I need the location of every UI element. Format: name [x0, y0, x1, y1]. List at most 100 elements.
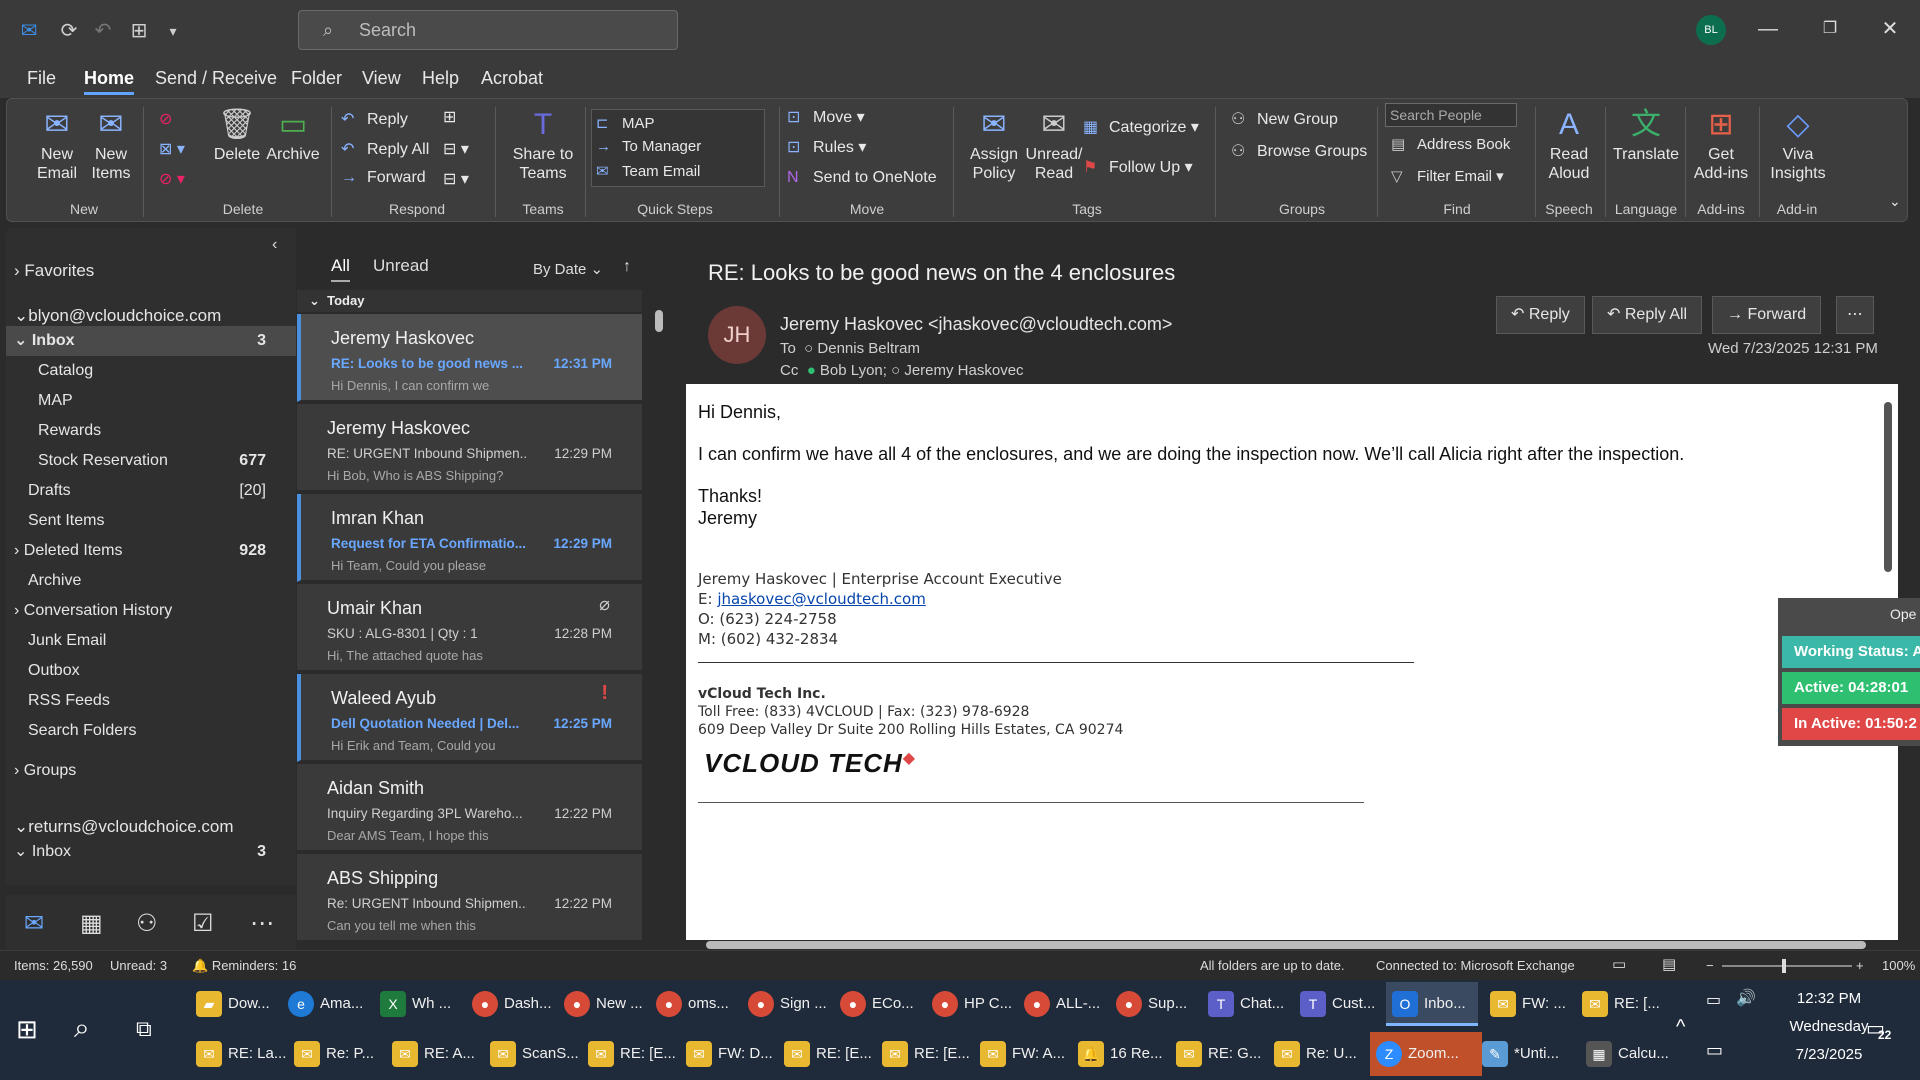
sync-icon[interactable]: ⟳: [56, 18, 82, 44]
new-email-button[interactable]: ✉ New Email: [27, 105, 87, 183]
reminders[interactable]: 🔔 Reminders: 16: [192, 958, 296, 974]
list-item[interactable]: Imran Khan Request for ETA Confirmatio..…: [297, 494, 642, 582]
cc-recipient[interactable]: Jeremy Haskovec: [904, 362, 1023, 379]
share-to-teams-button[interactable]: T Share to Teams: [503, 105, 583, 183]
taskbar-item[interactable]: ▰ Dow...: [190, 982, 276, 1026]
follow-up-button[interactable]: ⚑ Follow Up ▾: [1083, 157, 1193, 177]
more-apps-icon[interactable]: ⋯: [250, 909, 274, 938]
list-item[interactable]: ABS Shipping Re: URGENT Inbound Shipmen.…: [297, 854, 642, 942]
taskbar-item[interactable]: ● ECo...: [834, 982, 920, 1026]
folder-search-folders[interactable]: Search Folders: [6, 716, 296, 746]
email-link[interactable]: jhaskovec@vcloudtech.com: [717, 590, 926, 608]
quick-step-map[interactable]: ⊏ MAP: [596, 114, 655, 132]
folder-inbox-2[interactable]: ⌄ Inbox 3: [6, 837, 296, 867]
battery-icon[interactable]: ▭: [1706, 990, 1721, 1010]
zoom-slider[interactable]: [1722, 959, 1852, 973]
search-icon[interactable]: ⌕: [74, 1012, 90, 1045]
taskbar-item[interactable]: T Cust...: [1294, 982, 1380, 1026]
normal-view-icon[interactable]: ▭: [1612, 955, 1626, 973]
sort-dropdown[interactable]: By Date ⌄: [533, 260, 603, 278]
zoom-out-icon[interactable]: −: [1706, 958, 1714, 973]
reply-button[interactable]: ↶ Reply: [341, 109, 408, 129]
network-icon[interactable]: ▭: [1706, 1040, 1723, 1061]
taskbar-item[interactable]: X Wh ...: [374, 982, 460, 1026]
list-item[interactable]: Umair Khan ⌀ SKU : ALG-8301 | Qty : 1 12…: [297, 584, 642, 672]
list-scrollbar-thumb[interactable]: [655, 310, 663, 332]
taskbar-item[interactable]: ✉ ScanS...: [484, 1032, 579, 1076]
taskbar-item[interactable]: 🔔 16 Re...: [1072, 1032, 1164, 1076]
junk-icon[interactable]: ⊘ ▾: [159, 169, 185, 189]
forward-button[interactable]: → Forward: [1712, 296, 1822, 334]
im-icon[interactable]: ⊟ ▾: [443, 139, 469, 159]
taskbar-item[interactable]: ✉ RE: La...: [190, 1032, 286, 1076]
taskbar-item[interactable]: ● HP C...: [926, 982, 1012, 1026]
taskbar-item[interactable]: ✉ RE: [E...: [582, 1032, 676, 1076]
send-to-onenote-button[interactable]: N Send to OneNote: [787, 169, 937, 187]
translate-button[interactable]: 文 Translate: [1611, 105, 1681, 164]
taskbar-item[interactable]: T Chat...: [1202, 982, 1288, 1026]
tab-unread[interactable]: Unread: [373, 256, 429, 276]
taskbar-item[interactable]: ✉ RE: A...: [386, 1032, 478, 1076]
to-recipient[interactable]: Dennis Beltram: [817, 340, 920, 357]
reading-view-icon[interactable]: ▤: [1662, 955, 1676, 973]
group-header[interactable]: ⌄ Today: [297, 290, 642, 312]
user-avatar[interactable]: BL: [1696, 15, 1726, 45]
body-scrollbar-thumb[interactable]: [1884, 402, 1892, 572]
list-item[interactable]: Jeremy Haskovec RE: URGENT Inbound Shipm…: [297, 404, 642, 492]
taskbar-item[interactable]: ✉ Re: U...: [1268, 1032, 1360, 1076]
undo-icon[interactable]: ↶: [90, 18, 116, 44]
taskbar-item[interactable]: ✉ Re: P...: [288, 1032, 380, 1076]
windows-start-icon[interactable]: ⊞: [16, 1014, 38, 1045]
browse-groups-button[interactable]: ⚇ Browse Groups: [1231, 141, 1367, 161]
list-item[interactable]: Jeremy Haskovec RE: Looks to be good new…: [297, 314, 642, 402]
quick-step-team-email[interactable]: ✉ Team Email: [596, 162, 700, 180]
folder-archive[interactable]: Archive: [6, 566, 296, 596]
menu-view[interactable]: View: [362, 68, 401, 89]
delete-button[interactable]: 🗑 Delete: [207, 105, 267, 164]
unread-read-button[interactable]: ✉ Unread/ Read: [1019, 105, 1089, 183]
tasks-icon[interactable]: ☑: [192, 909, 214, 938]
close-icon[interactable]: ✕: [1870, 14, 1910, 44]
zoom-in-icon[interactable]: +: [1856, 958, 1864, 973]
list-item[interactable]: Waleed Ayub ! Dell Quotation Needed | De…: [297, 674, 642, 762]
folder-inbox[interactable]: ⌄ Inbox 3: [6, 326, 296, 356]
address-book-button[interactable]: ▤ Address Book: [1391, 135, 1510, 153]
taskbar-item[interactable]: O Inbo...: [1386, 982, 1478, 1026]
taskbar-item[interactable]: ✎ *Unti...: [1476, 1032, 1578, 1076]
horizontal-scrollbar[interactable]: [696, 940, 1876, 950]
tab-all[interactable]: All: [331, 256, 350, 282]
archive-button[interactable]: ▭ Archive: [261, 105, 325, 164]
clean-up-icon[interactable]: ⊠ ▾: [159, 139, 185, 159]
collapse-ribbon-icon[interactable]: ⌄: [1889, 193, 1901, 210]
rules-button[interactable]: ⊡ Rules ▾: [787, 137, 866, 157]
reply-button[interactable]: ↶ Reply: [1496, 296, 1585, 334]
get-addins-button[interactable]: ⊞ Get Add-ins: [1691, 105, 1751, 183]
folder-stock-reservation[interactable]: Stock Reservation 677: [6, 446, 296, 476]
quick-step-to-manager[interactable]: → To Manager: [596, 138, 701, 155]
clock-time[interactable]: 12:32 PM: [1774, 990, 1884, 1007]
more-actions-icon[interactable]: ⋯: [1836, 296, 1874, 334]
new-group-button[interactable]: ⚇ New Group: [1231, 109, 1338, 129]
taskbar-item[interactable]: ● oms...: [650, 982, 736, 1026]
more-respond-icon[interactable]: ⊟ ▾: [443, 169, 469, 189]
taskbar-item[interactable]: ✉ FW: D...: [680, 1032, 773, 1076]
categorize-button[interactable]: ▦ Categorize ▾: [1083, 117, 1199, 137]
taskbar-item[interactable]: e Ama...: [282, 982, 368, 1026]
search-box[interactable]: ⌕ Search: [298, 10, 678, 50]
folder-deleted-items[interactable]: › Deleted Items 928: [6, 536, 296, 566]
show-hidden-icons[interactable]: ^: [1676, 1016, 1685, 1039]
menu-send-receive[interactable]: Send / Receive: [155, 68, 277, 89]
filter-email-button[interactable]: ▽ Filter Email ▾: [1391, 167, 1504, 185]
folder-catalog[interactable]: Catalog: [6, 356, 296, 386]
list-item[interactable]: Aidan Smith Inquiry Regarding 3PL Wareho…: [297, 764, 642, 852]
reply-all-button[interactable]: ↶ Reply All: [341, 139, 429, 159]
forward-button[interactable]: → Forward: [341, 169, 426, 187]
sort-direction-icon[interactable]: ↑: [623, 258, 631, 276]
favorites-header[interactable]: › Favorites: [6, 256, 296, 286]
search-people-input[interactable]: Search People: [1385, 103, 1517, 127]
volume-icon[interactable]: 🔊: [1736, 988, 1756, 1008]
meeting-icon[interactable]: ⊞: [443, 107, 456, 127]
folder-conversation-history[interactable]: › Conversation History: [6, 596, 296, 626]
sender-address[interactable]: Jeremy Haskovec <jhaskovec@vcloudtech.co…: [780, 314, 1172, 335]
layout-icon[interactable]: ⊞: [126, 18, 152, 44]
